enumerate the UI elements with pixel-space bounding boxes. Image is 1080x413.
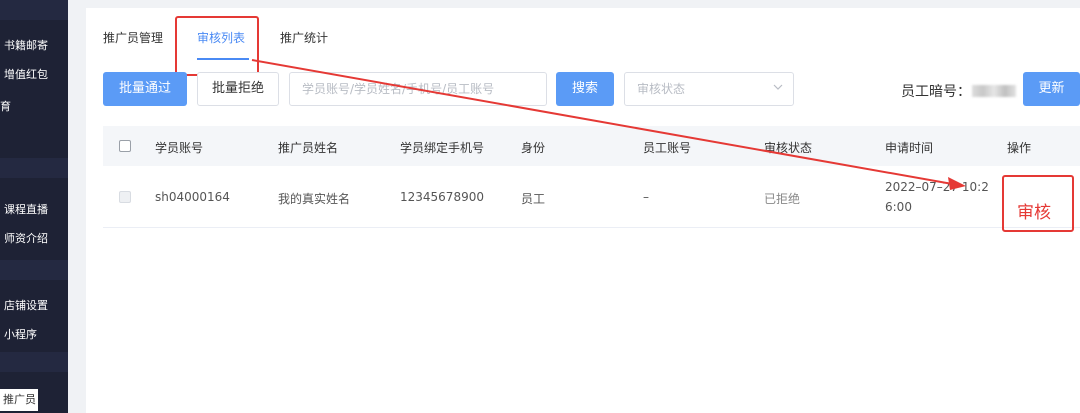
cell-review-status: 已拒绝 [764, 192, 801, 206]
sidebar-item-education[interactable]: 育 [0, 98, 11, 114]
status-select[interactable]: 审核状态 [624, 72, 794, 106]
chevron-down-icon [773, 82, 783, 92]
row-checkbox[interactable] [119, 191, 131, 203]
sidebar-item-teachers[interactable]: 师资介绍 [4, 230, 48, 246]
main-panel: 推广员管理 审核列表 推广统计 批量通过 批量拒绝 学员账号/学员姓名/手机号/… [86, 8, 1080, 413]
sidebar-item-promoter[interactable]: 推广员 [0, 389, 38, 411]
employee-code-label: 员工暗号： [901, 84, 971, 100]
employee-code-value-blurred [972, 85, 1016, 97]
status-select-placeholder: 审核状态 [637, 82, 686, 96]
col-employee-account: 员工账号 [643, 141, 692, 155]
table-row: sh04000164 我的真实姓名 12345678900 员工 – 已拒绝 2… [103, 166, 1080, 228]
tab-promotion-stats[interactable]: 推广统计 [280, 29, 328, 46]
cell-employee-account: – [643, 190, 649, 204]
sidebar-separator [0, 352, 68, 372]
sidebar: 书籍邮寄 增值红包 育 课程直播 师资介绍 店铺设置 小程序 推广员 [0, 0, 68, 413]
cell-apply-time-line1: 2022–07–27 10:2 [885, 180, 989, 194]
col-student-account: 学员账号 [155, 141, 204, 155]
sidebar-item-book-mail[interactable]: 书籍邮寄 [4, 37, 48, 53]
col-action: 操作 [1007, 141, 1032, 155]
sidebar-separator [0, 158, 68, 178]
cell-student-account: sh04000164 [155, 190, 230, 204]
batch-reject-button[interactable]: 批量拒绝 [197, 72, 279, 106]
table-header: 学员账号 推广员姓名 学员绑定手机号 身份 员工账号 审核状态 申请时间 操作 [103, 126, 1080, 166]
update-button[interactable]: 更新 [1023, 72, 1080, 106]
tab-annotation-box [175, 16, 259, 76]
col-identity: 身份 [521, 141, 546, 155]
col-phone: 学员绑定手机号 [400, 141, 485, 155]
sidebar-item-mini-program[interactable]: 小程序 [4, 326, 37, 342]
sidebar-item-value-redpacket[interactable]: 增值红包 [4, 66, 48, 82]
search-input[interactable]: 学员账号/学员姓名/手机号/员工账号 [289, 72, 547, 106]
sidebar-separator [0, 0, 68, 20]
sidebar-item-store-settings[interactable]: 店铺设置 [4, 297, 48, 313]
batch-approve-button[interactable]: 批量通过 [103, 72, 187, 106]
tab-bar: 推广员管理 审核列表 推广统计 [86, 8, 1080, 76]
review-button[interactable]: 审核 [1017, 198, 1051, 223]
col-promoter-name: 推广员姓名 [278, 141, 339, 155]
sidebar-item-live-course[interactable]: 课程直播 [4, 201, 48, 217]
cell-identity: 员工 [521, 192, 546, 206]
col-apply-time: 申请时间 [885, 141, 934, 155]
tab-promoter-management[interactable]: 推广员管理 [103, 29, 163, 46]
select-all-checkbox[interactable] [119, 140, 131, 152]
col-review-status: 审核状态 [764, 141, 813, 155]
search-button[interactable]: 搜索 [556, 72, 614, 106]
cell-apply-time-line2: 6:00 [885, 200, 912, 214]
cell-phone: 12345678900 [400, 190, 484, 204]
sidebar-separator [0, 260, 68, 280]
cell-promoter-name: 我的真实姓名 [278, 192, 351, 206]
